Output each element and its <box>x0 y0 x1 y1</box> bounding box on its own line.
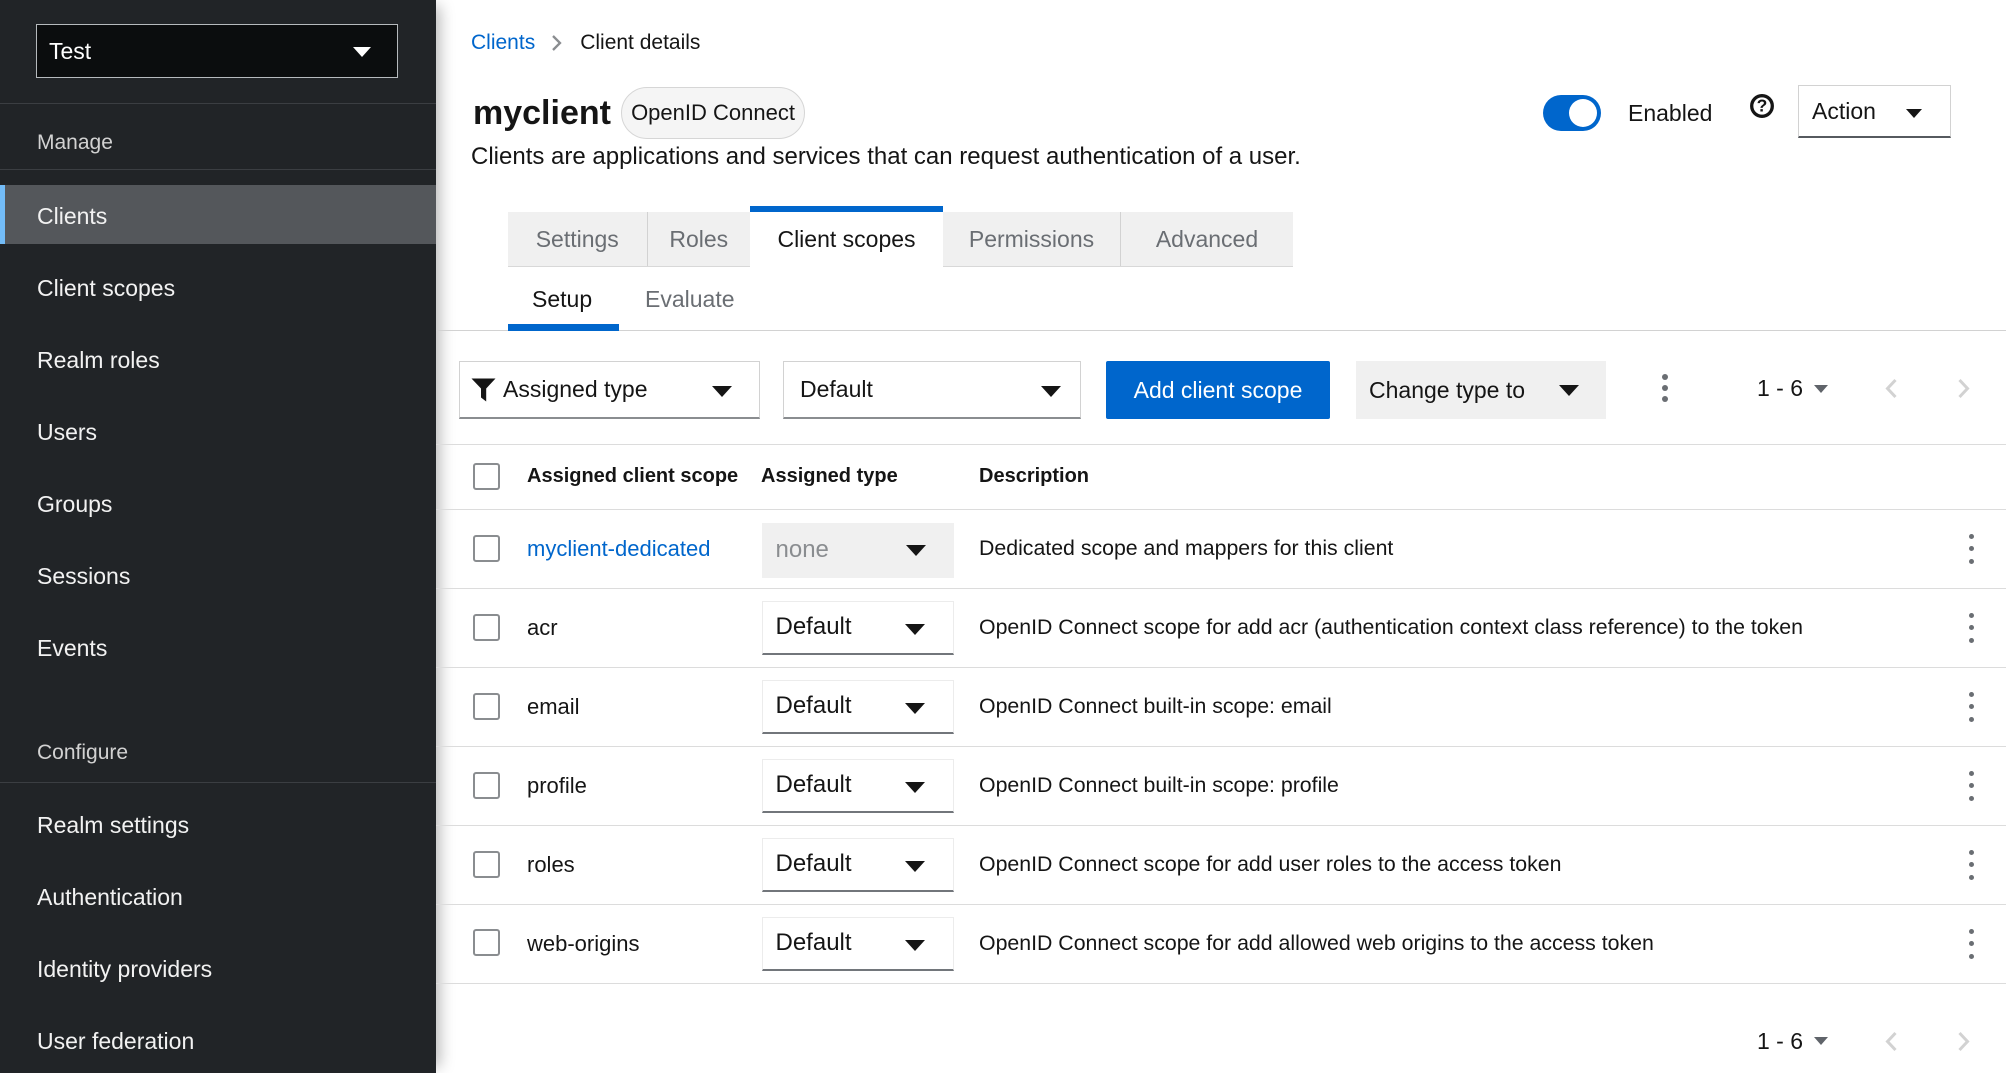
svg-text:?: ? <box>1757 96 1768 116</box>
